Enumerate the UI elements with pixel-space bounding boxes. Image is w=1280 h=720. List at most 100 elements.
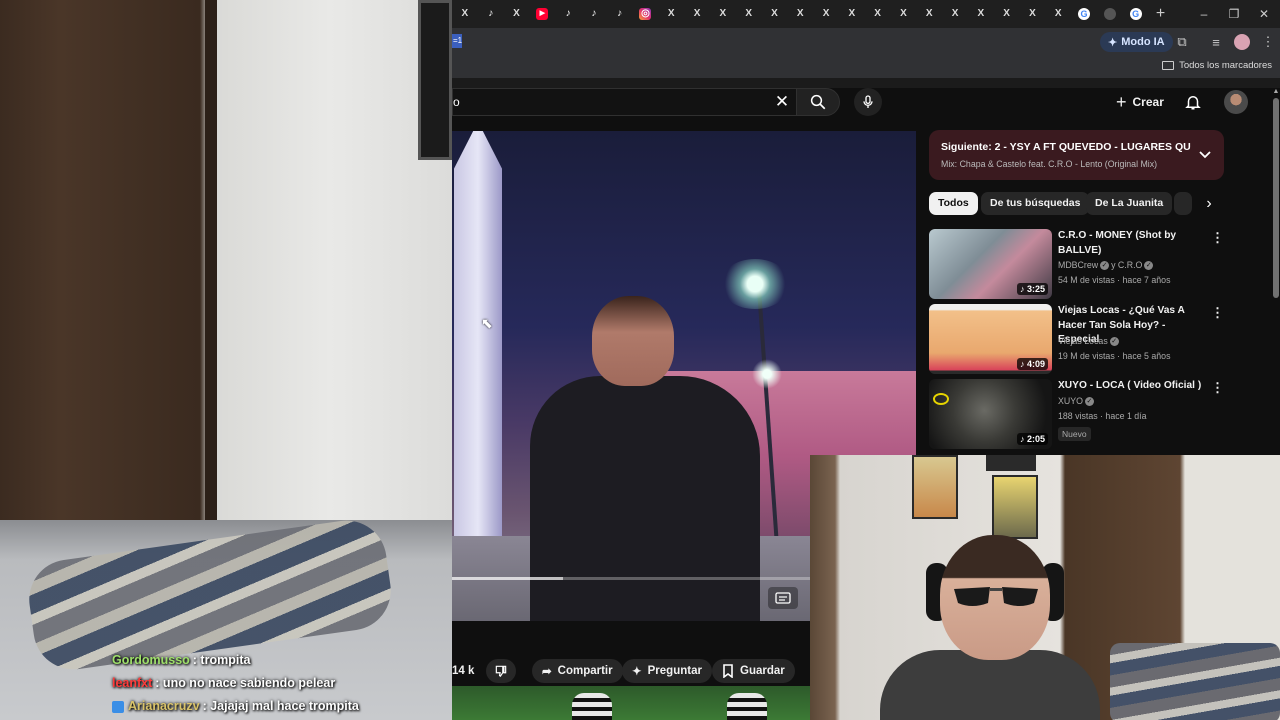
chevron-right-icon[interactable]: › xyxy=(1199,194,1219,214)
duration-badge: ♪ 4:09 xyxy=(1016,358,1048,370)
more-options-icon[interactable]: ⋮ xyxy=(1211,304,1224,322)
browser-tab[interactable]: X xyxy=(504,0,530,28)
chip-de-la-juanita[interactable]: De La Juanita xyxy=(1086,192,1173,215)
browser-tab[interactable]: G xyxy=(1071,0,1097,28)
browser-tab[interactable]: ♪ xyxy=(555,0,581,28)
video-thumbnail[interactable]: ♪ 2:05 xyxy=(929,379,1052,449)
chat-username[interactable]: leanfxt xyxy=(112,676,152,690)
browser-tab[interactable]: ♪ xyxy=(478,0,504,28)
browser-tab[interactable]: X xyxy=(813,0,839,28)
chevron-down-icon[interactable] xyxy=(1197,146,1213,162)
notifications-button[interactable] xyxy=(1181,90,1205,114)
media-control-icon[interactable]: ≡ xyxy=(1206,32,1226,52)
recommendation-item[interactable]: ♪ 4:09 Viejas Locas - ¿Qué Vas A Hacer T… xyxy=(929,304,1229,374)
verified-icon: ✓ xyxy=(1144,261,1154,271)
video-thumbnail[interactable]: ♪ 4:09 xyxy=(929,304,1052,374)
recommendation-channel[interactable]: Viejas Locas ✓ xyxy=(1058,336,1121,347)
minimize-button[interactable]: – xyxy=(1188,0,1220,28)
save-label: Guardar xyxy=(740,665,785,677)
browser-tab[interactable]: X xyxy=(710,0,736,28)
chip-todos[interactable]: Todos xyxy=(929,192,978,215)
browser-tab[interactable]: X xyxy=(452,0,478,28)
browser-tab[interactable]: X xyxy=(994,0,1020,28)
url-fragment[interactable]: =1 xyxy=(452,34,462,48)
search-button[interactable] xyxy=(796,88,840,116)
browser-tab[interactable]: X xyxy=(736,0,762,28)
browser-tab[interactable]: X xyxy=(762,0,788,28)
verified-icon: ✓ xyxy=(1109,337,1119,347)
duration-badge: ♪ 3:25 xyxy=(1016,283,1048,295)
subtitles-button[interactable] xyxy=(768,587,798,609)
video-thumbnail[interactable]: ♪ 3:25 xyxy=(929,229,1052,299)
create-button[interactable]: + Crear xyxy=(1110,88,1170,116)
extensions-icon[interactable]: ⧉ xyxy=(1172,32,1192,52)
dislike-button[interactable] xyxy=(486,659,516,683)
music-note-icon: ♪ xyxy=(1019,359,1025,369)
google-icon: G xyxy=(1129,8,1142,20)
sparkle-icon: ✦ xyxy=(632,666,642,678)
recommendation-channel[interactable]: XUYO ✓ xyxy=(1058,396,1096,407)
search-input[interactable]: o xyxy=(452,88,796,116)
restore-button[interactable]: ❐ xyxy=(1218,0,1250,28)
browser-tab[interactable]: ▶ xyxy=(529,0,555,28)
browser-tab[interactable]: X xyxy=(787,0,813,28)
browser-tab[interactable]: X xyxy=(1020,0,1046,28)
x-icon: X xyxy=(848,8,856,19)
account-avatar[interactable] xyxy=(1224,90,1248,114)
subtitles-icon xyxy=(775,592,791,604)
browser-menu-icon[interactable]: ⋮ xyxy=(1258,32,1278,52)
recommendation-title[interactable]: C.R.O - MONEY (Shot by BALLVE) xyxy=(1058,229,1206,258)
browser-tab[interactable]: X xyxy=(942,0,968,28)
recommendation-item[interactable]: ♪ 3:25 C.R.O - MONEY (Shot by BALLVE) MD… xyxy=(929,229,1229,299)
recommendation-meta: 19 M de vistas · hace 5 años xyxy=(1058,351,1171,361)
channel-extra: y C.R.O xyxy=(1111,260,1143,270)
chip-de-tus-busquedas[interactable]: De tus búsquedas xyxy=(981,192,1090,215)
webcam-room-background xyxy=(0,0,452,720)
cloud-logo-icon xyxy=(933,393,949,405)
scroll-up-arrow-icon[interactable]: ▲ xyxy=(1272,88,1280,96)
close-window-button[interactable]: ✕ xyxy=(1248,0,1280,28)
more-options-icon[interactable]: ⋮ xyxy=(1211,379,1224,397)
browser-tab[interactable]: X xyxy=(658,0,684,28)
subscriber-badge-icon xyxy=(112,700,124,713)
all-bookmarks-button[interactable]: Todos los marcadores xyxy=(1162,60,1272,71)
browser-tab[interactable]: ♪ xyxy=(607,0,633,28)
video-person-body xyxy=(530,376,760,621)
browser-tab[interactable]: X xyxy=(839,0,865,28)
browser-tab[interactable] xyxy=(1097,0,1123,28)
browser-tab[interactable]: ♪ xyxy=(581,0,607,28)
x-icon: X xyxy=(745,8,752,19)
browser-tab[interactable]: X xyxy=(916,0,942,28)
recommendation-title[interactable]: XUYO - LOCA ( Video Oficial ) xyxy=(1058,379,1206,394)
modo-ia-button[interactable]: ✦ Modo IA xyxy=(1100,32,1173,52)
chip-truncated[interactable] xyxy=(1174,192,1192,215)
scroll-thumb[interactable] xyxy=(1273,98,1279,298)
ask-button[interactable]: ✦ Preguntar xyxy=(622,659,712,683)
chat-username[interactable]: Arianacruzv xyxy=(128,699,200,713)
bookmarks-bar: Todos los marcadores xyxy=(452,56,1280,78)
new-tab-button[interactable]: + xyxy=(1149,0,1173,28)
browser-tab[interactable]: X xyxy=(684,0,710,28)
chat-username[interactable]: Gordomusso xyxy=(112,653,190,667)
voice-search-button[interactable] xyxy=(854,88,882,116)
browser-tab[interactable]: ◎ xyxy=(633,0,659,28)
browser-tab[interactable]: X xyxy=(1045,0,1071,28)
up-next-card[interactable]: Siguiente: 2 - YSY A FT QUEVEDO - LUGARE… xyxy=(929,130,1224,180)
x-icon: X xyxy=(1054,8,1062,19)
recommendation-item[interactable]: ♪ 2:05 XUYO - LOCA ( Video Oficial ) XUY… xyxy=(929,379,1229,449)
profile-avatar[interactable] xyxy=(1234,34,1250,50)
browser-tab[interactable]: X xyxy=(968,0,994,28)
channel-name: XUYO xyxy=(1058,396,1083,406)
share-button[interactable]: ➦ Compartir xyxy=(532,659,623,683)
clear-search-icon[interactable]: ✕ xyxy=(772,92,792,112)
browser-tab[interactable]: G xyxy=(1123,0,1149,28)
more-options-icon[interactable]: ⋮ xyxy=(1211,229,1224,247)
duration-label: 4:09 xyxy=(1026,359,1045,369)
music-note-icon: ♪ xyxy=(1019,434,1025,444)
recommendation-channel[interactable]: MDBCrew ✓ y C.R.O ✓ xyxy=(1058,260,1155,271)
browser-tab[interactable]: X xyxy=(865,0,891,28)
browser-tab-strip: X ♪ X ▶ ♪ ♪ ♪ ◎ X X X X X X X X X X X X X X X X G G + xyxy=(452,0,1280,28)
save-button[interactable]: Guardar xyxy=(712,659,795,683)
browser-tab[interactable]: X xyxy=(891,0,917,28)
video-street-light xyxy=(720,259,790,309)
